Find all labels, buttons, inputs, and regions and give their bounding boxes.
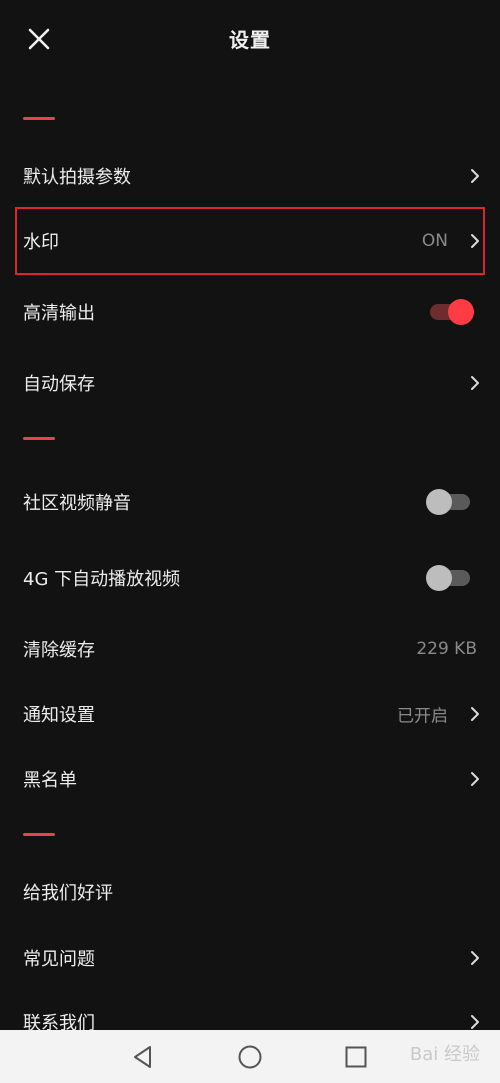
notification-status: 已开启 bbox=[397, 706, 448, 727]
section-divider-3 bbox=[23, 833, 55, 836]
chevron-right-icon bbox=[471, 169, 479, 183]
chevron-right-icon bbox=[471, 772, 479, 786]
setting-community-mute: 社区视频静音 bbox=[0, 472, 500, 532]
row-label: 给我们好评 bbox=[23, 883, 113, 904]
chevron-right-icon bbox=[471, 951, 479, 965]
hd-output-toggle[interactable] bbox=[426, 297, 474, 327]
row-label: 自动保存 bbox=[23, 374, 95, 395]
row-label: 社区视频静音 bbox=[23, 493, 131, 514]
toggle-knob bbox=[426, 489, 452, 515]
row-label: 水印 bbox=[23, 232, 59, 253]
toggle-knob bbox=[426, 565, 452, 591]
watermark-status: ON bbox=[421, 231, 448, 251]
row-label: 清除缓存 bbox=[23, 640, 95, 661]
row-label: 黑名单 bbox=[23, 770, 77, 791]
page-title: 设置 bbox=[229, 28, 271, 52]
setting-rate-us[interactable]: 给我们好评 bbox=[0, 862, 500, 922]
home-circle-icon[interactable] bbox=[237, 1044, 263, 1070]
setting-clear-cache[interactable]: 清除缓存 229 KB bbox=[0, 619, 500, 679]
setting-hd-output: 高清输出 bbox=[0, 282, 500, 342]
setting-watermark[interactable]: 水印 ON bbox=[0, 211, 500, 271]
watermark-logo: Bai 经验 bbox=[409, 1044, 480, 1065]
chevron-right-icon bbox=[471, 707, 479, 721]
setting-notifications[interactable]: 通知设置 已开启 bbox=[0, 684, 500, 744]
setting-faq[interactable]: 常见问题 bbox=[0, 928, 500, 988]
setting-auto-save[interactable]: 自动保存 bbox=[0, 353, 500, 413]
section-divider-2 bbox=[23, 437, 55, 440]
row-label: 4G 下自动播放视频 bbox=[23, 569, 181, 590]
section-divider-1 bbox=[23, 117, 55, 120]
setting-default-shoot-params[interactable]: 默认拍摄参数 bbox=[0, 146, 500, 206]
cache-size: 229 KB bbox=[416, 639, 477, 659]
system-nav-bar: Bai 经验 bbox=[0, 1030, 500, 1083]
header: 设置 bbox=[0, 0, 500, 80]
row-label: 默认拍摄参数 bbox=[23, 167, 131, 188]
chevron-right-icon bbox=[471, 234, 479, 248]
4g-autoplay-toggle[interactable] bbox=[426, 563, 474, 593]
chevron-right-icon bbox=[471, 376, 479, 390]
community-mute-toggle[interactable] bbox=[426, 487, 474, 517]
row-label: 常见问题 bbox=[23, 949, 95, 970]
toggle-knob bbox=[448, 299, 474, 325]
recents-square-icon[interactable] bbox=[343, 1044, 369, 1070]
setting-blacklist[interactable]: 黑名单 bbox=[0, 749, 500, 809]
back-triangle-icon[interactable] bbox=[130, 1044, 156, 1070]
row-label: 高清输出 bbox=[23, 303, 95, 324]
chevron-right-icon bbox=[471, 1015, 479, 1029]
row-label: 通知设置 bbox=[23, 705, 95, 726]
setting-4g-autoplay: 4G 下自动播放视频 bbox=[0, 548, 500, 608]
